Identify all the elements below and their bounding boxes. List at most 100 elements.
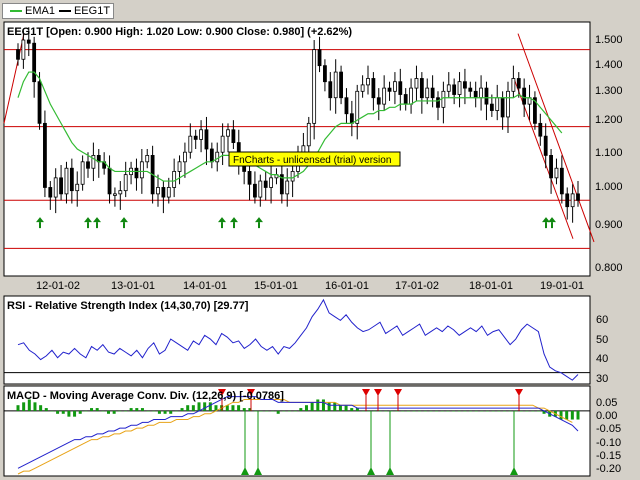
candle-body <box>317 49 322 67</box>
macd-histogram-bar <box>276 410 280 414</box>
rsi-title: RSI - Relative Strength Index (14,30,70)… <box>7 300 249 312</box>
macd-histogram-bar <box>565 410 569 420</box>
macd-histogram-bar <box>123 410 127 412</box>
price-y-tick: 1.400 <box>595 59 623 71</box>
candle-body <box>285 180 290 195</box>
macd-histogram-bar <box>242 408 246 411</box>
macd-histogram-bar <box>502 410 506 412</box>
macd-histogram-bar <box>191 405 195 411</box>
macd-histogram-bar <box>180 408 184 411</box>
candle-body <box>32 42 37 83</box>
macd-histogram-bar <box>412 410 416 412</box>
candle-body <box>549 155 553 179</box>
candle-body <box>204 129 209 150</box>
x-tick: 16-01-01 <box>325 280 369 292</box>
macd-histogram-bar <box>367 410 371 412</box>
macd-histogram-bar <box>570 410 574 420</box>
macd-histogram-bar <box>321 399 325 411</box>
macd-histogram-bar <box>282 410 286 412</box>
macd-histogram-bar <box>101 410 105 412</box>
candle-body <box>193 135 198 140</box>
candle-body <box>86 161 90 169</box>
candle-body <box>16 49 20 60</box>
macd-histogram-bar <box>316 399 320 411</box>
candle-body <box>312 49 317 124</box>
candle-body <box>80 161 85 185</box>
watermark-text: FnCharts - unlicensed (trial) version <box>233 155 391 166</box>
x-tick: 13-01-01 <box>111 280 155 292</box>
price-y-tick: 0.900 <box>595 219 623 231</box>
candle-body <box>554 167 559 179</box>
macd-histogram-bar <box>531 410 535 412</box>
candle-body <box>387 87 392 92</box>
candle-body <box>290 171 295 182</box>
candle-body <box>463 81 467 89</box>
macd-histogram-bar <box>350 408 354 411</box>
macd-histogram-bar <box>361 410 365 412</box>
price-panel <box>3 21 591 277</box>
candle-body <box>506 90 510 118</box>
macd-histogram-bar <box>271 410 275 412</box>
macd-y-axis: 0.05 0.00 -0.05 -0.10 -0.15 -0.20 <box>596 397 621 475</box>
candle-body <box>495 97 500 111</box>
macd-histogram-bar <box>429 410 433 412</box>
macd-histogram-bar <box>265 410 269 412</box>
macd-histogram-bar <box>61 410 65 414</box>
candle-body <box>188 135 193 153</box>
macd-histogram-bar <box>107 410 111 414</box>
macd-histogram-bar <box>514 410 518 412</box>
candle-body <box>500 97 505 118</box>
macd-histogram-bar <box>174 410 178 412</box>
macd-histogram-bar <box>423 410 427 412</box>
candle-body <box>489 103 494 111</box>
macd-histogram-bar <box>497 410 501 412</box>
macd-histogram-bar <box>457 410 461 412</box>
candle-body <box>263 180 268 188</box>
candle-body <box>430 87 435 99</box>
candle-body <box>59 177 63 195</box>
candle-body <box>306 122 311 147</box>
candle-body <box>231 129 236 143</box>
macd-histogram-bar <box>469 410 473 412</box>
macd-histogram-bar <box>508 410 512 412</box>
price-x-axis: 12-01-02 13-01-01 14-01-01 15-01-01 16-0… <box>36 280 584 292</box>
candle-body <box>403 94 408 105</box>
candle-body <box>215 151 220 163</box>
macd-y-tick: 0.00 <box>596 410 617 422</box>
macd-y-tick: -0.20 <box>596 463 621 475</box>
candle-body <box>393 81 397 92</box>
macd-histogram-bar <box>576 410 580 420</box>
candle-body <box>565 193 570 208</box>
macd-histogram-bar <box>384 410 388 412</box>
macd-histogram-bar <box>146 410 150 412</box>
macd-histogram-bar <box>452 410 456 412</box>
macd-histogram-bar <box>169 410 173 414</box>
rsi-y-axis: 60 50 40 30 <box>596 314 608 385</box>
candle-body <box>139 161 144 179</box>
price-y-tick: 1.500 <box>595 34 623 46</box>
macd-histogram-bar <box>129 408 133 411</box>
macd-histogram-bar <box>33 402 37 411</box>
candle-body <box>166 187 171 198</box>
macd-histogram-bar <box>16 405 20 411</box>
candle-body <box>543 135 548 156</box>
candle-body <box>355 90 360 124</box>
candle-body <box>366 78 370 86</box>
candle-body <box>333 71 338 99</box>
candle-body <box>269 177 273 188</box>
candle-body <box>414 78 419 89</box>
candle-body <box>220 135 225 153</box>
macd-histogram-bar <box>259 410 263 412</box>
candle-body <box>425 87 430 99</box>
candle-body <box>37 81 42 124</box>
macd-histogram-bar <box>525 410 529 412</box>
price-y-tick: 0.800 <box>595 262 623 274</box>
x-tick: 18-01-01 <box>469 280 513 292</box>
macd-histogram-bar <box>90 408 94 411</box>
candle-body <box>360 84 365 92</box>
macd-title: MACD - Moving Average Conv. Div. (12,26,… <box>7 390 284 402</box>
candle-body <box>576 193 580 201</box>
macd-histogram-bar <box>203 402 207 411</box>
candle-body <box>371 78 376 99</box>
macd-histogram-bar <box>95 408 99 411</box>
